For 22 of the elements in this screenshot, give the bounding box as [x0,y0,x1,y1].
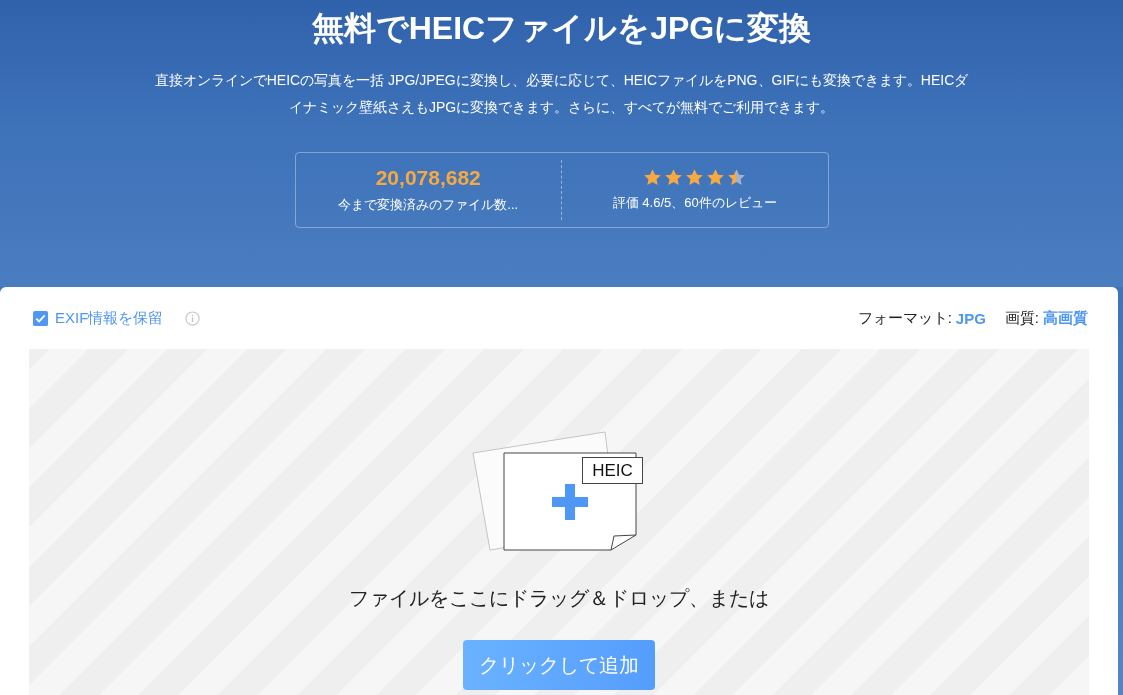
keep-exif-label[interactable]: EXIF情報を保留 [55,308,164,328]
rating-summary: 評価 4.6/5、60件のレビュー [612,194,777,212]
star-icon [727,168,747,187]
format-selector[interactable]: JPG [955,309,986,327]
conversion-count-label: 今まで変換済みのファイル数... [338,196,519,214]
info-icon[interactable] [185,310,201,326]
star-icon [643,168,663,187]
quality-label: 画質: [1004,308,1039,328]
conversion-count: 20,078,682 [375,166,481,190]
file-type-label: HEIC [582,457,643,484]
star-icon [685,168,705,187]
quality-selector[interactable]: 高画質 [1043,308,1088,328]
format-label: フォーマット: [857,308,952,328]
page-description: 直接オンラインでHEICの写真を一括 JPG/JPEGに変換し、必要に応じて、HEICファイルをPNG、GIFにも変換できます。HEICダイナミック壁紙さえもJPGに変換できます。さらに、すべてが無料でご利用できます。 [153,71,970,117]
plus-icon [552,484,588,520]
keep-exif-checkbox[interactable] [33,310,48,326]
page-title: 無料でHEICファイルをJPGに変換 [311,9,812,47]
file-drop-zone[interactable]: HEIC ファイルをここにドラッグ＆ドロップ、または クリックして追加 [29,349,1089,695]
drop-instruction: ファイルをここにドラッグ＆ドロップ、または [349,586,769,611]
add-file-button[interactable]: クリックして追加 [463,640,655,690]
star-icon [706,168,726,187]
star-icon [664,168,684,187]
